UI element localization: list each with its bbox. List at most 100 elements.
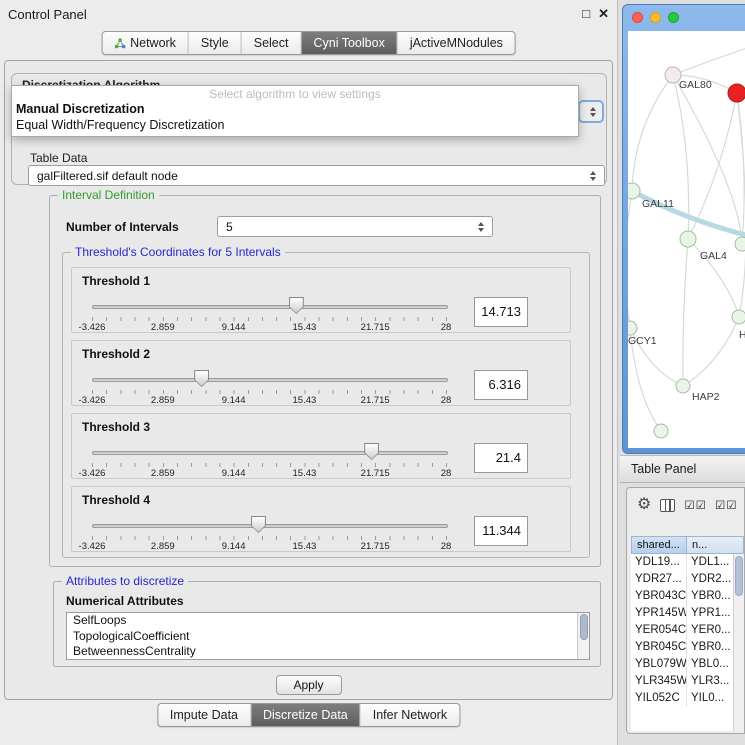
scrollbar-thumb[interactable]	[580, 614, 588, 640]
threshold-label: Threshold 4	[82, 493, 562, 508]
tab-label: Discretize Data	[263, 708, 348, 722]
table-row[interactable]: YBL079WYBL0...	[631, 656, 733, 673]
threshold-value-field[interactable]: 6.316	[474, 370, 528, 400]
algorithm-combobox-stepper[interactable]	[578, 100, 604, 123]
tab-jactivemnodules[interactable]: jActiveMNodules	[397, 32, 515, 54]
slider-track[interactable]	[92, 305, 448, 309]
table-row[interactable]: YBR043CYBR0...	[631, 588, 733, 605]
bottom-tab-bar: Impute Data Discretize Data Infer Network	[157, 703, 460, 727]
float-window-icon[interactable]: □	[582, 6, 590, 22]
network-node[interactable]	[732, 310, 745, 324]
table-panel-header: Table Panel	[620, 455, 745, 483]
axis-tick-label: 2.859	[151, 395, 175, 406]
network-node-label: HAP2	[692, 391, 720, 403]
network-node[interactable]	[676, 379, 690, 393]
threshold-value-field[interactable]: 11.344	[474, 516, 528, 546]
network-edge[interactable]	[737, 93, 744, 244]
axis-tick-label: -3.426	[79, 322, 106, 333]
network-graph: GAL80GAL11GAL4GCY1HHAP2	[628, 31, 745, 445]
tab-cyni-toolbox[interactable]: Cyni Toolbox	[300, 32, 396, 54]
axis-tick-label: -3.426	[79, 395, 106, 406]
axis-tick-label: 21.715	[361, 395, 390, 406]
select-columns-icon[interactable]: ☑☑	[684, 498, 706, 512]
attributes-scrollbar[interactable]	[577, 613, 589, 659]
algorithm-option-manual-discretization[interactable]: Manual Discretization	[12, 101, 578, 117]
table-row[interactable]: YLR345WYLR3...	[631, 673, 733, 690]
network-edge[interactable]	[632, 75, 673, 191]
network-edge[interactable]	[673, 47, 745, 75]
network-node[interactable]	[628, 321, 637, 335]
network-node[interactable]	[654, 424, 668, 438]
slider-track[interactable]	[92, 524, 448, 528]
top-tab-bar: NetworkStyleSelectCyni ToolboxjActiveMNo…	[101, 31, 516, 55]
network-edge[interactable]	[683, 317, 739, 386]
slider-track[interactable]	[92, 378, 448, 382]
network-node[interactable]	[728, 84, 745, 102]
window-title: Control Panel	[8, 7, 87, 22]
tab-network[interactable]: Network	[102, 32, 188, 54]
apply-button[interactable]: Apply	[276, 675, 342, 695]
number-of-intervals-combobox[interactable]: 5	[217, 216, 493, 237]
tab-label: Impute Data	[170, 708, 238, 722]
table-row[interactable]: YER054CYER0...	[631, 622, 733, 639]
axis-tick-label: 9.144	[222, 395, 246, 406]
column-header[interactable]: n...	[687, 536, 744, 554]
scrollbar-thumb[interactable]	[735, 556, 743, 596]
minimize-traffic-light[interactable]	[650, 12, 661, 23]
close-traffic-light[interactable]	[632, 12, 643, 23]
network-node[interactable]	[735, 237, 745, 251]
network-canvas[interactable]: GAL80GAL11GAL4GCY1HHAP2	[628, 31, 745, 448]
attributes-group-title: Attributes to discretize	[62, 574, 188, 588]
slider-track[interactable]	[92, 451, 448, 455]
network-node[interactable]	[628, 183, 640, 199]
slider-thumb[interactable]	[194, 370, 209, 387]
threshold-slider[interactable]: -3.4262.8599.14415.4321.71528	[80, 437, 460, 479]
table-row[interactable]: YPR145WYPR1...	[631, 605, 733, 622]
close-window-icon[interactable]: ✕	[598, 6, 609, 22]
tab-style[interactable]: Style	[188, 32, 241, 54]
slider-thumb[interactable]	[251, 516, 266, 533]
axis-tick-label: 21.715	[361, 541, 390, 552]
threshold-value-field[interactable]: 14.713	[474, 297, 528, 327]
table-data-value: galFiltered.sif default node	[37, 169, 178, 183]
network-edge[interactable]	[683, 239, 688, 386]
tab-impute-data[interactable]: Impute Data	[158, 704, 250, 726]
threshold-value-field[interactable]: 21.4	[474, 443, 528, 473]
threshold-panel-2: Threshold 2-3.4262.8599.14415.4321.71528…	[71, 340, 571, 406]
axis-tick-label: 9.144	[222, 541, 246, 552]
slider-thumb[interactable]	[289, 297, 304, 314]
tab-infer-network[interactable]: Infer Network	[360, 704, 459, 726]
column-header[interactable]: shared...	[631, 536, 687, 554]
table-scrollbar[interactable]	[733, 554, 744, 731]
table-row[interactable]: YBR045CYBR0...	[631, 639, 733, 656]
axis-tick-label: 15.43	[293, 395, 317, 406]
table-cell: YER054C	[631, 622, 687, 639]
network-edge[interactable]	[628, 191, 632, 328]
network-node-label: GAL4	[700, 250, 727, 262]
table-data-combobox[interactable]: galFiltered.sif default node	[28, 165, 605, 186]
columns-icon[interactable]	[660, 499, 675, 512]
table-row[interactable]: YDR27...YDR2...	[631, 571, 733, 588]
select-rows-icon[interactable]: ☑☑	[715, 498, 737, 512]
zoom-traffic-light[interactable]	[668, 12, 679, 23]
tab-select[interactable]: Select	[241, 32, 301, 54]
threshold-slider[interactable]: -3.4262.8599.14415.4321.71528	[80, 364, 460, 406]
network-node-label: H	[739, 329, 745, 341]
stepper-arrows-icon	[590, 107, 596, 117]
table-row[interactable]: YIL052CYIL0...	[631, 690, 733, 707]
algorithm-option-equal-width-frequency-discretization[interactable]: Equal Width/Frequency Discretization	[12, 117, 578, 133]
stepper-arrows-icon	[590, 171, 596, 181]
network-tab-icon	[114, 38, 125, 49]
table-panel-window: ⚙ ☑☑ ☑☑ shared...n... YDL19...YDL1...YDR…	[626, 487, 745, 734]
table-row[interactable]: YDL19...YDL1...	[631, 554, 733, 571]
threshold-slider[interactable]: -3.4262.8599.14415.4321.71528	[80, 510, 460, 552]
attribute-items: SelfLoopsTopologicalCoefficientBetweenne…	[67, 613, 589, 660]
slider-thumb[interactable]	[364, 443, 379, 460]
gear-icon[interactable]: ⚙	[637, 497, 651, 513]
network-node[interactable]	[680, 231, 696, 247]
threshold-slider[interactable]: -3.4262.8599.14415.4321.71528	[80, 291, 460, 333]
attribute-item[interactable]: SelfLoops	[67, 613, 589, 629]
attribute-item[interactable]: TopologicalCoefficient	[67, 629, 589, 645]
attribute-item[interactable]: BetweennessCentrality	[67, 644, 589, 660]
tab-discretize-data[interactable]: Discretize Data	[250, 704, 360, 726]
